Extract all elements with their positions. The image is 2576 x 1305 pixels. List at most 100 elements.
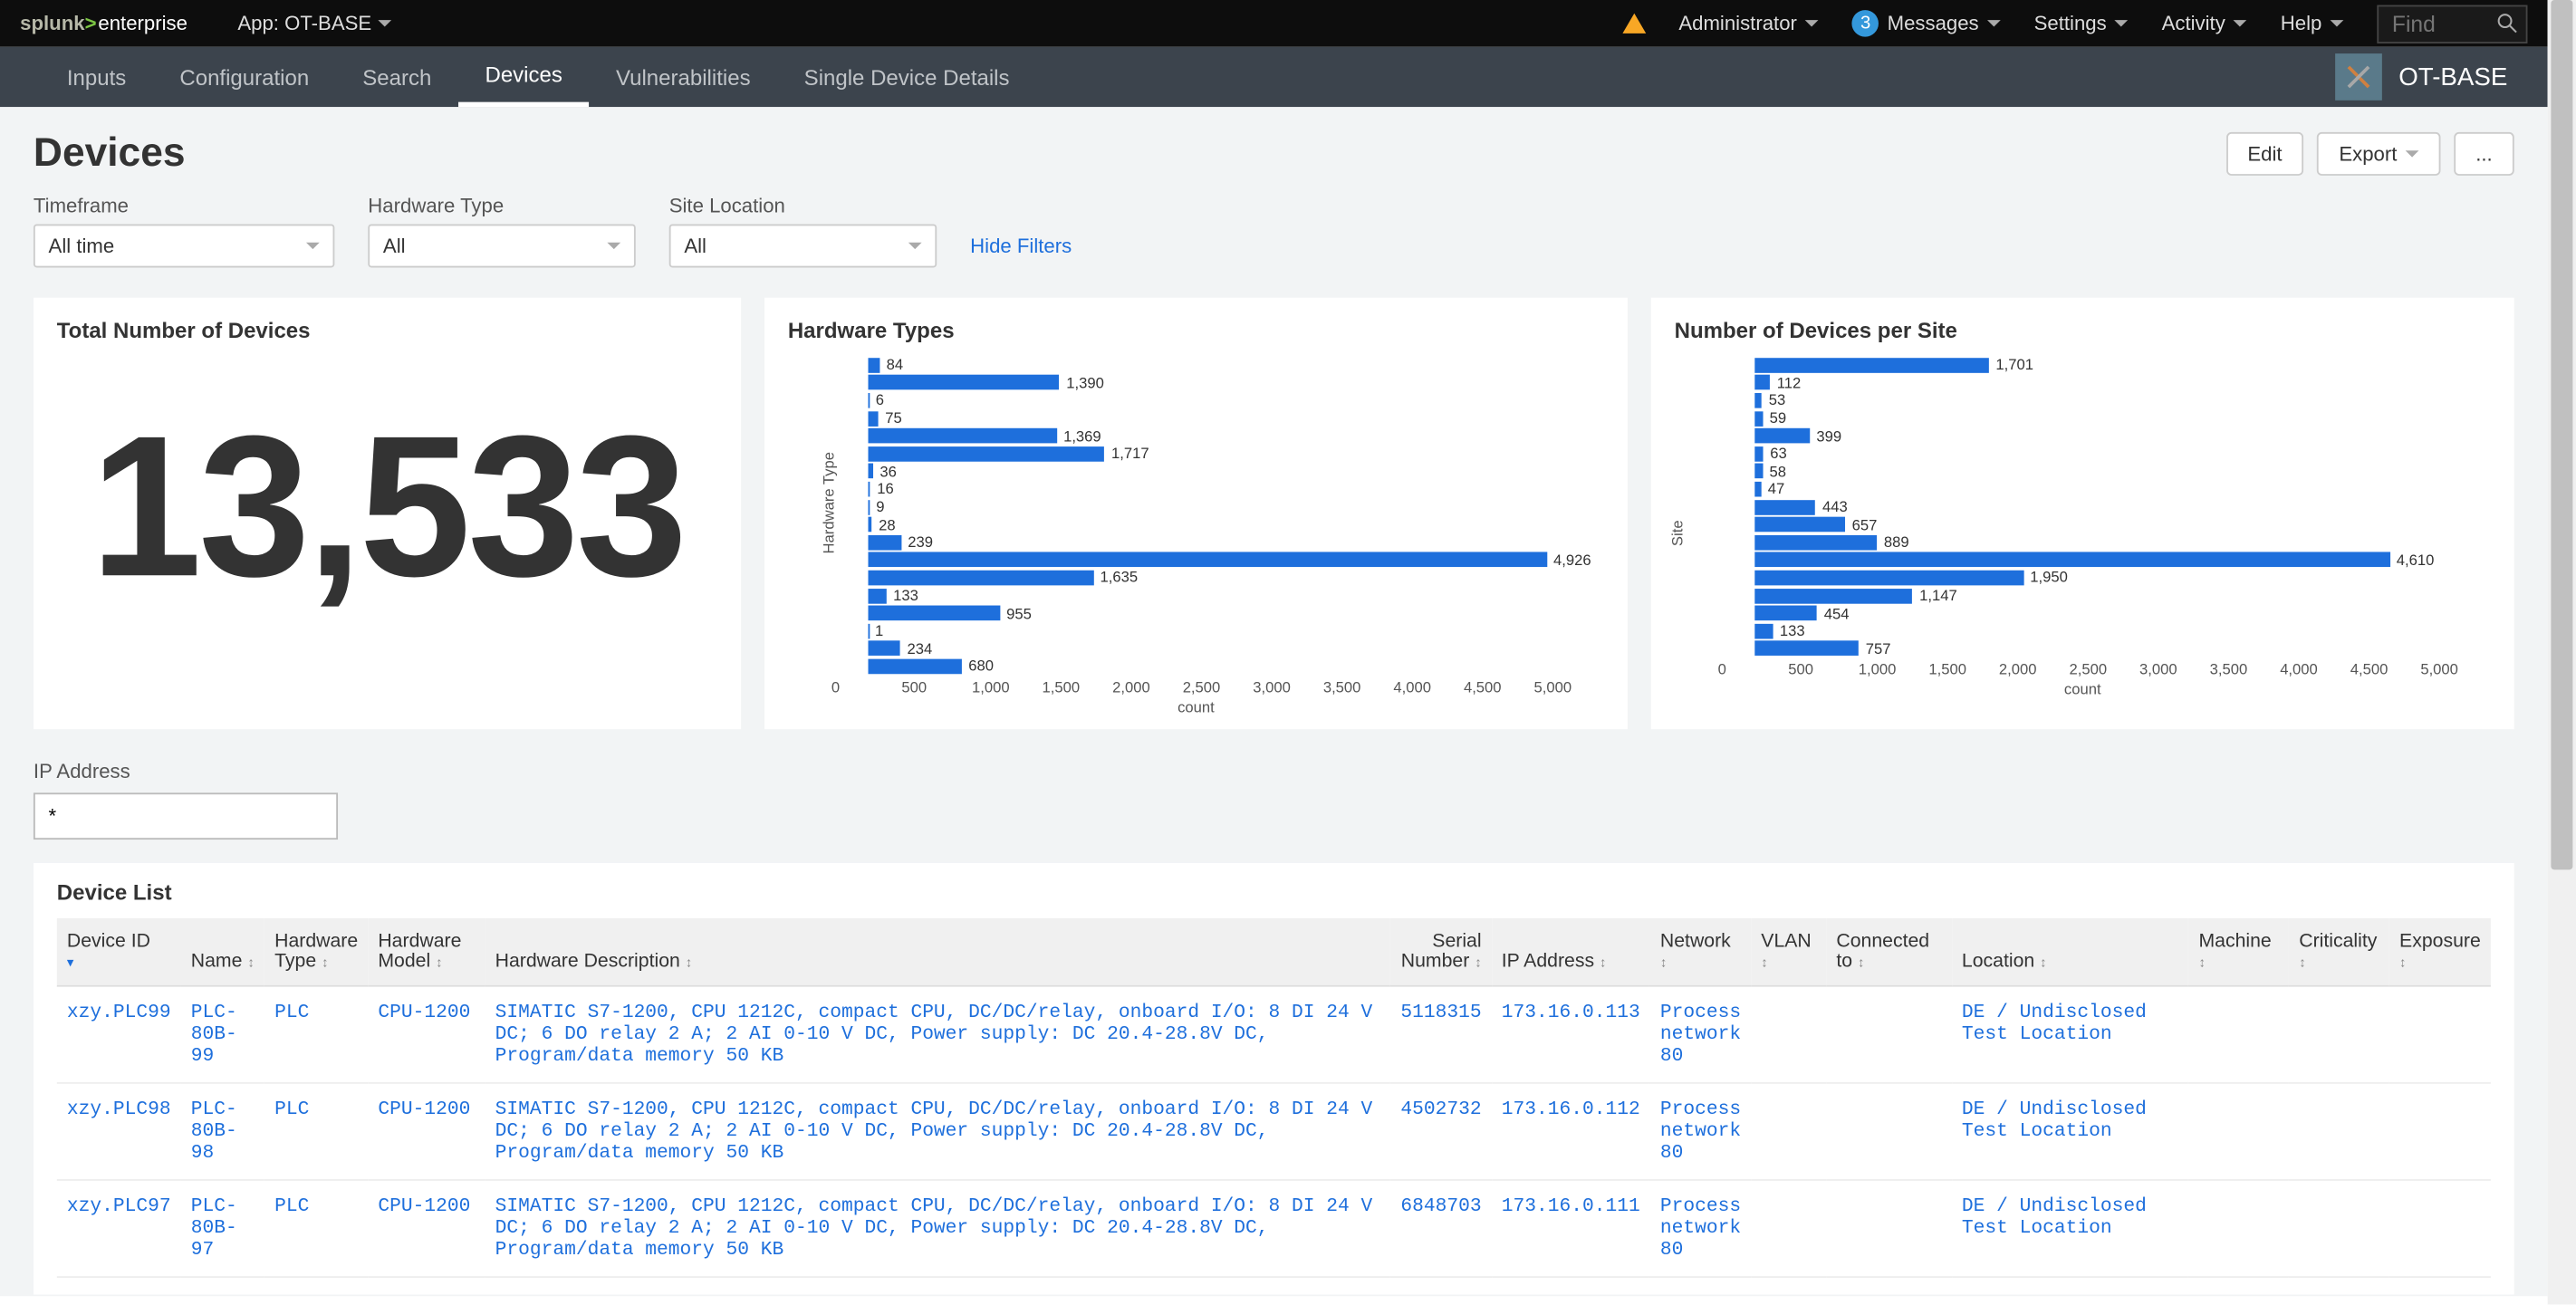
vertical-scrollbar[interactable] — [2548, 0, 2576, 1305]
col-hardware-description[interactable]: Hardware Description ↕ — [485, 917, 1391, 985]
cell: xzy.PLC97 — [57, 1179, 181, 1276]
nav-tab-single-device-details[interactable]: Single Device Details — [777, 47, 1036, 107]
x-tick: 0 — [1718, 661, 1789, 677]
col-connected-to[interactable]: Connected to ↕ — [1826, 917, 1952, 985]
caret-down-icon — [1987, 20, 2001, 26]
administrator-menu[interactable]: Administrator — [1678, 12, 1819, 35]
edit-button[interactable]: Edit — [2225, 132, 2303, 176]
chart-bar: 16 — [831, 480, 1604, 498]
caret-down-icon — [2234, 20, 2247, 26]
hide-filters-link[interactable]: Hide Filters — [970, 235, 1072, 268]
cell — [2188, 1179, 2289, 1276]
site-location-dropdown[interactable]: All — [669, 224, 937, 267]
x-tick: 2,000 — [1112, 678, 1183, 695]
brand-splunk: splunk>enterprise — [20, 12, 187, 35]
cell: PLC-80B-98 — [181, 1082, 264, 1179]
app-switcher[interactable]: App: OT-BASE — [237, 12, 391, 35]
cell — [1826, 985, 1952, 1082]
messages-menu[interactable]: 3Messages — [1852, 10, 2001, 37]
chart-bar: 133 — [831, 587, 1604, 605]
chart-bar: 1,701 — [1718, 356, 2491, 374]
chart-bar: 47 — [1718, 480, 2491, 498]
col-device-id[interactable]: Device ID▾ — [57, 917, 181, 985]
caret-down-icon — [2115, 20, 2129, 26]
cell: DE / Undisclosed Test Location — [1952, 985, 2189, 1082]
col-criticality[interactable]: Criticality ↕ — [2289, 917, 2389, 985]
scrollbar-thumb[interactable] — [2551, 0, 2572, 869]
cell: SIMATIC S7-1200, CPU 1212C, compact CPU,… — [485, 1082, 1391, 1179]
cell — [2289, 985, 2389, 1082]
device-list-title: Device List — [57, 879, 2491, 905]
cell — [1751, 1082, 1826, 1179]
page-title: Devices — [34, 130, 186, 178]
app-nav-bar: InputsConfigurationSearchDevicesVulnerab… — [0, 47, 2548, 107]
cell: 6848703 — [1390, 1179, 1491, 1276]
more-button[interactable]: ... — [2454, 132, 2514, 176]
chart-bar: 1,950 — [1718, 569, 2491, 587]
col-exposure[interactable]: Exposure ↕ — [2389, 917, 2491, 985]
x-tick: 500 — [901, 678, 972, 695]
nav-tab-search[interactable]: Search — [336, 47, 458, 107]
chart-bar: 63 — [1718, 445, 2491, 463]
cell: xzy.PLC98 — [57, 1082, 181, 1179]
device-list-panel: Device List Device ID▾Name ↕Hardware Typ… — [34, 862, 2514, 1293]
col-location[interactable]: Location ↕ — [1952, 917, 2189, 985]
col-machine[interactable]: Machine ↕ — [2188, 917, 2289, 985]
cell: 4502732 — [1390, 1082, 1491, 1179]
x-tick: 2,000 — [1999, 661, 2070, 677]
caret-down-icon — [908, 243, 922, 249]
site-location-label: Site Location — [669, 194, 937, 217]
find-box[interactable] — [2377, 5, 2527, 43]
col-name[interactable]: Name ↕ — [181, 917, 264, 985]
col-hardware-model[interactable]: Hardware Model ↕ — [368, 917, 485, 985]
col-ip-address[interactable]: IP Address ↕ — [1492, 917, 1650, 985]
x-tick: 4,500 — [1464, 678, 1534, 695]
chart-bar: 4,926 — [831, 552, 1604, 570]
chart-bar: 112 — [1718, 374, 2491, 392]
cell — [2389, 1082, 2491, 1179]
col-hardware-type[interactable]: Hardware Type ↕ — [264, 917, 368, 985]
chart-bar: 1,717 — [831, 445, 1604, 463]
export-button[interactable]: Export — [2317, 132, 2440, 176]
chart-bar: 1,635 — [831, 569, 1604, 587]
device-table: Device ID▾Name ↕Hardware Type ↕Hardware … — [57, 917, 2491, 1277]
cell — [2289, 1082, 2389, 1179]
cell: 5118315 — [1390, 985, 1491, 1082]
chart-bar: 58 — [1718, 463, 2491, 481]
chart-bar: 75 — [831, 409, 1604, 427]
col-vlan[interactable]: VLAN ↕ — [1751, 917, 1826, 985]
cell — [1826, 1082, 1952, 1179]
timeframe-dropdown[interactable]: All time — [34, 224, 334, 267]
cell: PLC-80B-99 — [181, 985, 264, 1082]
x-tick: 1,500 — [1928, 661, 1999, 677]
table-row[interactable]: xzy.PLC99PLC-80B-99PLCCPU-1200SIMATIC S7… — [57, 985, 2491, 1082]
activity-menu[interactable]: Activity — [2162, 12, 2247, 35]
ip-address-label: IP Address — [34, 759, 2514, 782]
help-menu[interactable]: Help — [2281, 12, 2344, 35]
chart-bar: 657 — [1718, 515, 2491, 533]
messages-badge: 3 — [1852, 10, 1879, 37]
col-serial-number[interactable]: Serial Number ↕ — [1390, 917, 1491, 985]
settings-menu[interactable]: Settings — [2034, 12, 2129, 35]
nav-tab-configuration[interactable]: Configuration — [153, 47, 336, 107]
panel-title: Number of Devices per Site — [1675, 318, 2491, 343]
nav-tab-vulnerabilities[interactable]: Vulnerabilities — [589, 47, 777, 107]
chart-bar: 955 — [831, 604, 1604, 622]
table-row[interactable]: xzy.PLC98PLC-80B-98PLCCPU-1200SIMATIC S7… — [57, 1082, 2491, 1179]
chart-bar: 399 — [1718, 427, 2491, 446]
hardware-type-dropdown[interactable]: All — [368, 224, 635, 267]
table-row[interactable]: xzy.PLC97PLC-80B-97PLCCPU-1200SIMATIC S7… — [57, 1179, 2491, 1276]
ip-address-input[interactable] — [34, 792, 338, 840]
nav-tab-devices[interactable]: Devices — [458, 47, 590, 107]
panel-title: Hardware Types — [788, 318, 1604, 343]
x-tick: 1,000 — [1859, 661, 1929, 677]
caret-down-icon — [2406, 150, 2419, 157]
caret-down-icon — [1805, 20, 1819, 26]
chart-bar: 1,369 — [831, 427, 1604, 446]
nav-tab-inputs[interactable]: Inputs — [40, 47, 153, 107]
cell: Process network 80 — [1650, 1179, 1751, 1276]
col-network[interactable]: Network ↕ — [1650, 917, 1751, 985]
cell — [1751, 1179, 1826, 1276]
x-tick: 3,500 — [2210, 661, 2281, 677]
warning-icon[interactable] — [1622, 14, 1646, 34]
